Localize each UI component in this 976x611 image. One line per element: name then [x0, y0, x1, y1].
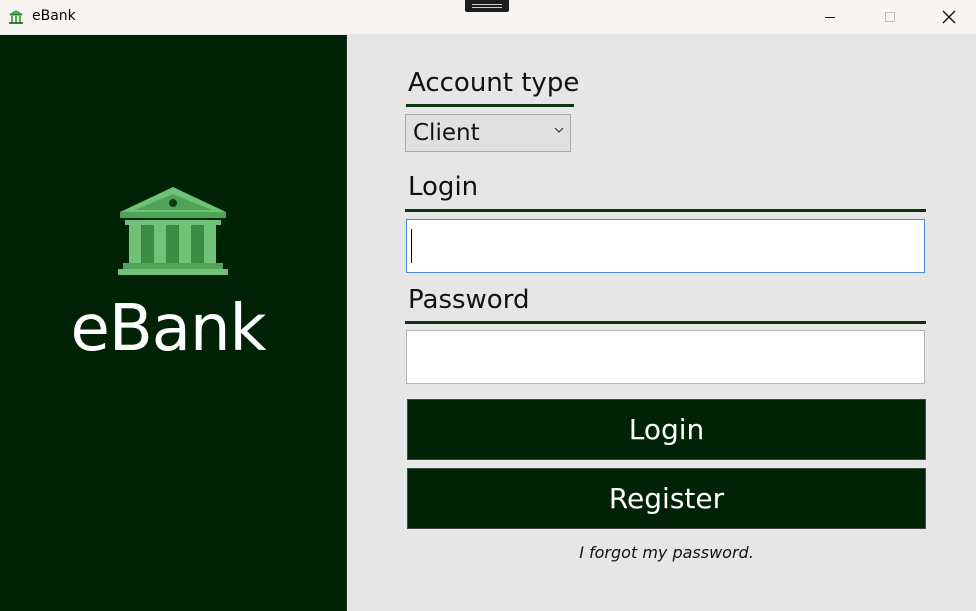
- password-label: Password: [408, 285, 530, 315]
- window-title: eBank: [32, 8, 76, 24]
- account-type-value: Client: [413, 120, 480, 146]
- close-icon: [942, 10, 956, 24]
- minimize-button[interactable]: [801, 0, 859, 34]
- password-input[interactable]: [406, 330, 925, 384]
- title-bar: eBank: [0, 0, 976, 34]
- bank-icon: [9, 10, 23, 24]
- chevron-down-icon: [554, 127, 564, 133]
- account-type-underline: [406, 104, 574, 107]
- login-label: Login: [408, 172, 479, 202]
- maximize-icon: [885, 12, 895, 22]
- close-button[interactable]: [920, 0, 976, 34]
- login-underline: [405, 209, 926, 212]
- snap-grip-handle[interactable]: [465, 0, 509, 12]
- minimize-icon: [825, 16, 835, 18]
- brand-name: eBank: [70, 292, 266, 366]
- text-caret: [411, 229, 412, 263]
- maximize-button[interactable]: [861, 0, 919, 34]
- account-type-select[interactable]: Client: [405, 114, 571, 152]
- forgot-password-link[interactable]: I forgot my password.: [407, 543, 926, 562]
- bank-building-icon: [118, 187, 228, 275]
- password-underline: [405, 321, 926, 324]
- login-input[interactable]: [406, 219, 925, 273]
- account-type-label: Account type: [408, 68, 580, 98]
- panel-divider: [346, 35, 347, 611]
- login-button[interactable]: Login: [407, 399, 926, 460]
- register-button[interactable]: Register: [407, 468, 926, 529]
